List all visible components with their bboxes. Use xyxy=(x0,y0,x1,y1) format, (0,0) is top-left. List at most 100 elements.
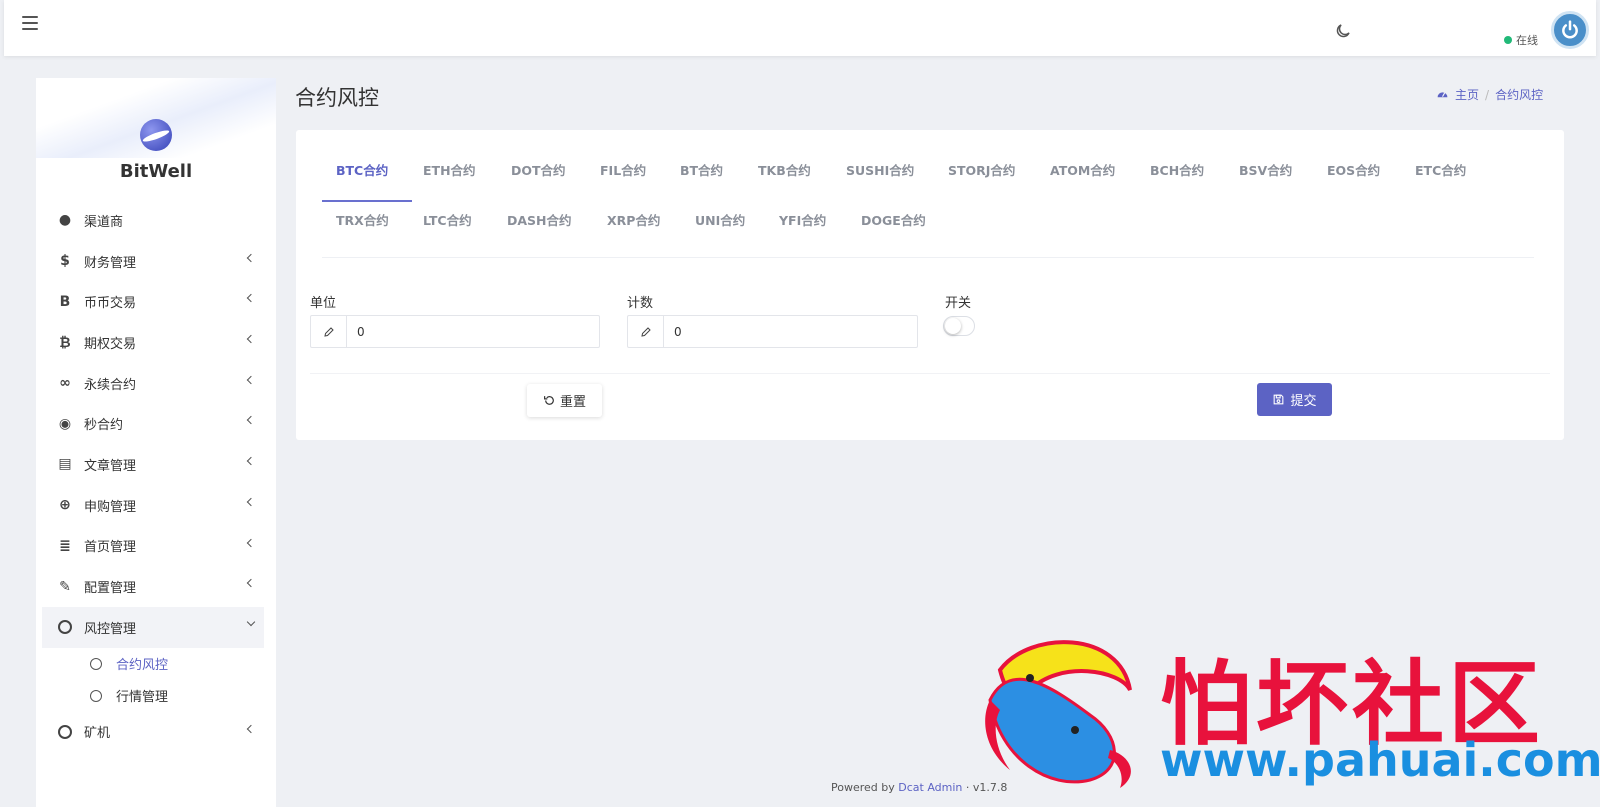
contract-tab[interactable]: ETH合约 xyxy=(423,160,476,179)
pencil-icon xyxy=(640,326,651,337)
fish-logo-icon xyxy=(985,640,1132,788)
sidebar-item[interactable]: ✎ 配置管理 xyxy=(42,566,264,607)
contract-tabs: BTC合约 ETH合约 DOT合约 FIL合约 BT合约 TKB合约 SUSHI合约 STOR… xyxy=(322,148,1534,258)
contract-tab[interactable]: DOGE合约 xyxy=(861,210,926,229)
sidebar: BitWell ● 渠道商 $ 财务管理 B 币币交易 ₿ 期权交易 ∞ 永续合约 ◉ 秒合约 ▤ 文章管… xyxy=(36,78,276,807)
dark-mode-moon-icon[interactable] xyxy=(1334,22,1352,40)
switch-toggle[interactable] xyxy=(943,316,975,336)
submit-label: 提交 xyxy=(1290,394,1317,409)
sidebar-item[interactable]: ∞ 永续合约 xyxy=(42,363,264,404)
chevron-left-icon xyxy=(246,253,256,262)
count-pencil-addon xyxy=(628,316,664,347)
sidebar-item-label: 首页管理 xyxy=(84,540,137,556)
submit-button[interactable]: 提交 xyxy=(1257,383,1332,416)
chevron-down-icon xyxy=(246,617,256,627)
sidebar-item-label: 币币交易 xyxy=(84,296,137,312)
contract-tab[interactable]: FIL合约 xyxy=(600,160,646,179)
circle-icon xyxy=(56,619,74,635)
contract-tab[interactable]: XRP合约 xyxy=(607,210,660,229)
newspaper-icon: ▤ xyxy=(58,456,72,473)
bitwell-logo[interactable] xyxy=(140,119,172,151)
footer-powered-by: Powered by xyxy=(831,781,895,794)
sidebar-item[interactable]: B 币币交易 xyxy=(42,281,264,322)
sidebar-item-label: 矿机 xyxy=(84,726,111,742)
contract-tab[interactable]: BT合约 xyxy=(680,160,723,179)
brand-name: BitWell xyxy=(119,161,193,182)
contract-tab[interactable]: BSV合约 xyxy=(1239,160,1292,179)
online-dot-icon xyxy=(1504,36,1512,44)
online-status: 在线 xyxy=(1504,32,1538,48)
pencil-icon xyxy=(323,326,334,337)
chevron-left-icon xyxy=(246,416,256,425)
contract-tab[interactable]: TKB合约 xyxy=(758,160,811,179)
wrench-icon: ✎ xyxy=(59,578,71,595)
contract-tab[interactable]: DOT合约 xyxy=(511,160,566,179)
chevron-left-icon xyxy=(246,497,256,507)
page-title: 合约风控 xyxy=(295,86,379,110)
sidebar-item[interactable]: ▤ 文章管理 xyxy=(42,444,264,485)
sidebar-item-label: 申购管理 xyxy=(84,499,137,515)
sidebar-item[interactable]: ◉ 秒合约 xyxy=(42,403,264,444)
sidebar-item[interactable]: ≣ 首页管理 xyxy=(42,526,264,567)
contract-tab[interactable]: ETC合约 xyxy=(1415,160,1466,179)
breadcrumb-home[interactable]: 主页 xyxy=(1455,86,1479,103)
circle-icon xyxy=(90,657,102,670)
sidebar-item-label: 期权交易 xyxy=(84,336,137,352)
sidebar-item-label: 渠道商 xyxy=(84,214,124,230)
footer-dcat-link[interactable]: Dcat Admin xyxy=(898,781,962,794)
contract-tab[interactable]: BCH合约 xyxy=(1150,160,1204,179)
sidebar-subitem-label: 行情管理 xyxy=(116,690,169,706)
switch-label: 开关 xyxy=(945,296,972,311)
bitcoin-icon: ₿ xyxy=(59,334,71,351)
sidebar-subitem-label: 合约风控 xyxy=(116,658,169,674)
circle-icon xyxy=(56,724,74,740)
sidebar-item[interactable]: ● 渠道商 xyxy=(42,200,264,241)
top-navbar: 在线 xyxy=(4,0,1596,56)
status-text: 在线 xyxy=(1516,34,1538,47)
sidebar-item-label: 秒合约 xyxy=(84,418,124,434)
sidebar-item[interactable]: $ 财务管理 xyxy=(42,241,264,282)
pahuai-watermark: 怕坏社区 www.pahuai.com xyxy=(970,630,1600,800)
letter-b-icon: B xyxy=(59,293,71,310)
contract-tab[interactable]: EOS合约 xyxy=(1327,160,1380,179)
dashboard-icon xyxy=(1437,92,1448,98)
count-label: 计数 xyxy=(627,296,654,311)
list-icon: ≣ xyxy=(59,537,71,554)
sidebar-item-label: 财务管理 xyxy=(84,255,137,271)
reset-button[interactable]: 重置 xyxy=(527,384,602,417)
sidebar-item[interactable]: ⊕ 申购管理 xyxy=(42,485,264,526)
breadcrumb-separator: / xyxy=(1485,87,1490,102)
contract-tab[interactable]: TRX合约 xyxy=(336,210,389,229)
chevron-left-icon xyxy=(246,294,256,303)
unit-label: 单位 xyxy=(310,296,337,311)
sidebar-item-label: 风控管理 xyxy=(84,621,137,637)
count-input[interactable] xyxy=(664,316,917,347)
contract-tab[interactable]: BTC合约 xyxy=(336,160,388,179)
sidebar-item-label: 文章管理 xyxy=(84,458,137,474)
contract-tab[interactable]: LTC合约 xyxy=(423,210,472,229)
menu-toggle-icon[interactable] xyxy=(22,16,38,30)
contract-tab[interactable]: SUSHI合约 xyxy=(846,160,914,179)
count-input-group xyxy=(627,315,918,348)
unit-input[interactable] xyxy=(347,316,599,347)
user-avatar[interactable] xyxy=(1551,11,1589,49)
sidebar-item[interactable]: 风控管理 xyxy=(42,606,264,648)
contract-tab[interactable]: DASH合约 xyxy=(507,210,572,229)
contract-tab[interactable]: UNI合约 xyxy=(695,210,745,229)
chevron-left-icon xyxy=(246,334,256,344)
contract-tab[interactable]: YFI合约 xyxy=(779,210,826,229)
sidebar-item[interactable]: ₿ 期权交易 xyxy=(42,322,264,363)
breadcrumb: 主页 / 合约风控 xyxy=(1436,86,1543,103)
sidebar-menu: ● 渠道商 $ 财务管理 B 币币交易 ₿ 期权交易 ∞ 永续合约 ◉ 秒合约 ▤ 文章管理 ⊕ 申购管理 ≣ 首… xyxy=(42,200,264,752)
sidebar-subitem[interactable]: 合约风控 xyxy=(42,648,264,680)
chevron-left-icon xyxy=(246,724,256,733)
chevron-left-icon xyxy=(246,375,256,384)
switch-knob xyxy=(945,318,961,334)
sidebar-item-label: 配置管理 xyxy=(84,581,137,597)
chevron-left-icon xyxy=(246,538,256,547)
breadcrumb-current: 合约风控 xyxy=(1495,88,1544,102)
contract-tab[interactable]: STORJ合约 xyxy=(948,160,1015,179)
sidebar-subitem[interactable]: 行情管理 xyxy=(42,680,264,712)
sidebar-item[interactable]: 矿机 xyxy=(42,712,264,753)
contract-tab[interactable]: ATOM合约 xyxy=(1050,160,1115,179)
